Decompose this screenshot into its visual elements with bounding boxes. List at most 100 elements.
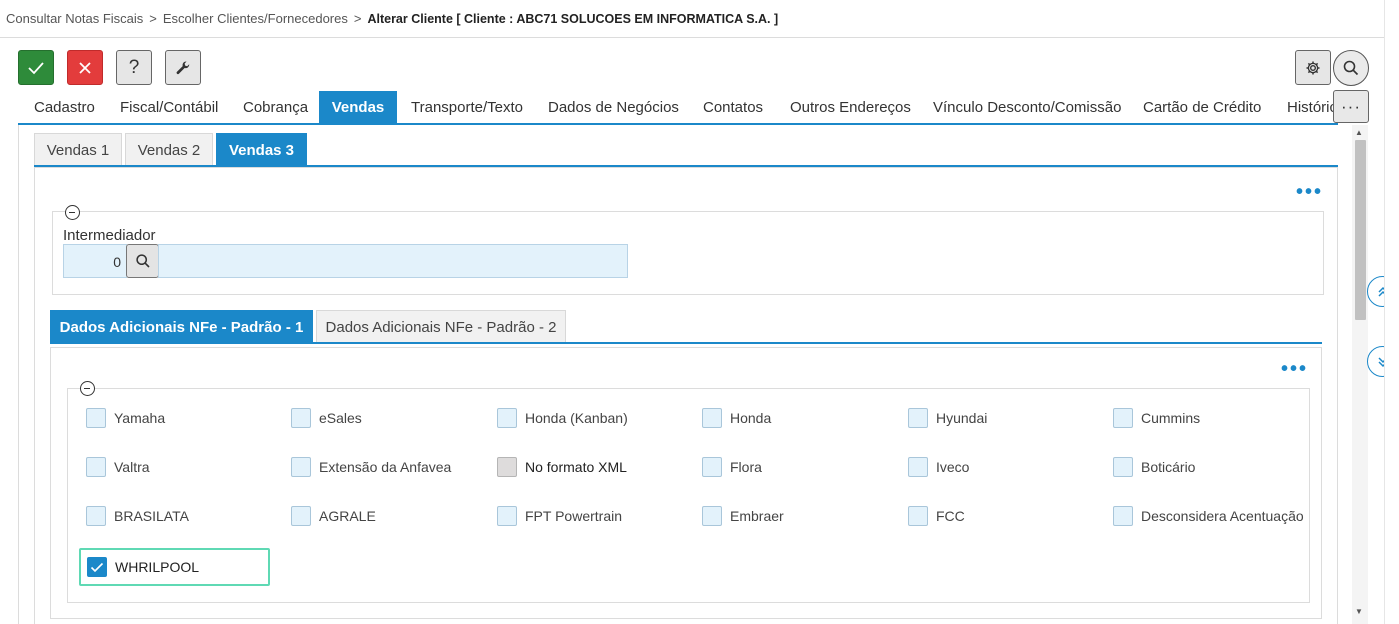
scrollbar-thumb[interactable]: [1355, 140, 1366, 320]
checkbox-label: No formato XML: [525, 459, 627, 475]
checkbox-label: eSales: [319, 410, 362, 426]
checkbox-label: BRASILATA: [114, 508, 189, 524]
dados-tabs-underline: [50, 342, 1322, 344]
help-button[interactable]: ?: [116, 50, 152, 85]
collapse-icon[interactable]: [80, 381, 95, 396]
checkbox-box[interactable]: [1113, 506, 1133, 526]
checkbox-box[interactable]: [702, 408, 722, 428]
checkbox-iveco[interactable]: Iveco: [908, 456, 969, 478]
checkbox-flora[interactable]: Flora: [702, 456, 762, 478]
checkbox-label: FCC: [936, 508, 965, 524]
checkbox-agrale[interactable]: AGRALE: [291, 505, 376, 527]
checkbox-box[interactable]: [291, 506, 311, 526]
breadcrumb-separator: >: [149, 11, 157, 26]
checkbox-label: FPT Powertrain: [525, 508, 622, 524]
checkbox-box[interactable]: [497, 408, 517, 428]
checkbox-label: Yamaha: [114, 410, 166, 426]
checkbox-fpt-powertrain[interactable]: FPT Powertrain: [497, 505, 622, 527]
check-icon: [28, 61, 44, 74]
checkbox-box[interactable]: [702, 506, 722, 526]
tab-vendas-3[interactable]: Vendas 3: [216, 133, 307, 166]
tab-contatos[interactable]: Contatos: [689, 91, 777, 124]
checkbox-extensao-anfavea[interactable]: Extensão da Anfavea: [291, 456, 451, 478]
search-button[interactable]: [1333, 50, 1369, 86]
checkbox-label: Extensão da Anfavea: [319, 459, 452, 475]
tab-vendas-1[interactable]: Vendas 1: [34, 133, 122, 166]
gear-icon: [1306, 61, 1320, 74]
tab-outros-enderecos[interactable]: Outros Endereços: [776, 91, 925, 124]
checkbox-whrilpool[interactable]: WHRILPOOL: [87, 556, 199, 578]
main-tabs: Cadastro Fiscal/Contábil Cobrança Vendas…: [18, 91, 1338, 124]
checkbox-hyundai[interactable]: Hyundai: [908, 407, 987, 429]
search-icon: [1343, 60, 1359, 76]
checkbox-box[interactable]: [86, 408, 106, 428]
checkbox-fcc[interactable]: FCC: [908, 505, 965, 527]
tab-cadastro[interactable]: Cadastro: [20, 91, 109, 124]
tab-dados-adicionais-2[interactable]: Dados Adicionais NFe - Padrão - 2: [316, 310, 566, 343]
scroll-up-arrow-icon[interactable]: ▲: [1355, 128, 1363, 137]
checkbox-label: Embraer: [730, 508, 784, 524]
tab-transporte-texto[interactable]: Transporte/Texto: [397, 91, 537, 124]
checkbox-box[interactable]: [1113, 457, 1133, 477]
tab-vendas[interactable]: Vendas: [319, 91, 397, 124]
scroll-down-arrow-icon[interactable]: ▼: [1355, 607, 1363, 616]
confirm-button[interactable]: [18, 50, 54, 85]
checkbox-label: Desconsidera Acentuação: [1141, 508, 1304, 524]
intermediador-code-input[interactable]: 0: [63, 244, 127, 278]
checkbox-label: Flora: [730, 459, 762, 475]
checkbox-box[interactable]: [497, 506, 517, 526]
checkbox-label: Honda: [730, 410, 772, 426]
checkbox-cummins[interactable]: Cummins: [1113, 407, 1200, 429]
tab-cobranca[interactable]: Cobrança: [229, 91, 322, 124]
checkbox-label: Cummins: [1141, 410, 1201, 426]
intermediador-label: Intermediador: [63, 227, 156, 244]
intermediador-description-input[interactable]: [158, 244, 628, 278]
tab-vinculo-desconto-comissao[interactable]: Vínculo Desconto/Comissão: [919, 91, 1135, 124]
intermediador-lookup-button[interactable]: [126, 244, 159, 278]
checkbox-honda-kanban[interactable]: Honda (Kanban): [497, 407, 628, 429]
settings-button[interactable]: [1295, 50, 1331, 85]
more-tabs-button[interactable]: ···: [1333, 90, 1369, 123]
checkbox-box[interactable]: [702, 457, 722, 477]
checkbox-box[interactable]: [908, 457, 928, 477]
checkbox-box[interactable]: [291, 457, 311, 477]
window-scrollbar[interactable]: [1384, 0, 1399, 624]
tab-cartao-de-credito[interactable]: Cartão de Crédito: [1129, 91, 1275, 124]
checkbox-box: [497, 457, 517, 477]
checkbox-label: WHRILPOOL: [115, 559, 200, 575]
tab-vendas-2[interactable]: Vendas 2: [125, 133, 213, 166]
checkbox-box[interactable]: [1113, 408, 1133, 428]
breadcrumb-current: Alterar Cliente [ Cliente : ABC71 SOLUCO…: [367, 11, 779, 26]
checkbox-label: AGRALE: [319, 508, 376, 524]
checkbox-box[interactable]: [86, 506, 106, 526]
cancel-button[interactable]: [67, 50, 103, 85]
checkbox-desconsidera-acentuacao[interactable]: Desconsidera Acentuação: [1113, 505, 1304, 527]
tab-dados-adicionais-1[interactable]: Dados Adicionais NFe - Padrão - 1: [50, 310, 313, 343]
tab-dados-de-negocios[interactable]: Dados de Negócios: [534, 91, 693, 124]
tab-historico[interactable]: Históric: [1273, 91, 1338, 124]
checkbox-brasilata[interactable]: BRASILATA: [86, 505, 189, 527]
checkbox-box[interactable]: [291, 408, 311, 428]
checkbox-yamaha[interactable]: Yamaha: [86, 407, 165, 429]
checkbox-box[interactable]: [908, 506, 928, 526]
collapse-icon[interactable]: [65, 205, 80, 220]
breadcrumb: Consultar Notas Fiscais > Escolher Clien…: [0, 0, 1384, 38]
checkbox-box-checked[interactable]: [87, 557, 107, 577]
checkbox-label: Valtra: [114, 459, 150, 475]
checkbox-box[interactable]: [908, 408, 928, 428]
checkbox-honda[interactable]: Honda: [702, 407, 771, 429]
tools-button[interactable]: [165, 50, 201, 85]
checkbox-esales[interactable]: eSales: [291, 407, 362, 429]
checkbox-boticario[interactable]: Boticário: [1113, 456, 1195, 478]
checkbox-box[interactable]: [86, 457, 106, 477]
close-icon: [79, 61, 91, 74]
checkbox-embraer[interactable]: Embraer: [702, 505, 784, 527]
tab-fiscal-contabil[interactable]: Fiscal/Contábil: [106, 91, 232, 124]
breadcrumb-link-consultar-notas[interactable]: Consultar Notas Fiscais: [6, 11, 143, 26]
panel-options-icon[interactable]: •••: [1296, 182, 1323, 202]
dados-options-icon[interactable]: •••: [1281, 359, 1308, 379]
checkbox-no-formato-xml: No formato XML: [497, 456, 627, 478]
checkbox-valtra[interactable]: Valtra: [86, 456, 150, 478]
breadcrumb-link-escolher-clientes[interactable]: Escolher Clientes/Fornecedores: [163, 11, 348, 26]
breadcrumb-separator: >: [353, 11, 362, 26]
